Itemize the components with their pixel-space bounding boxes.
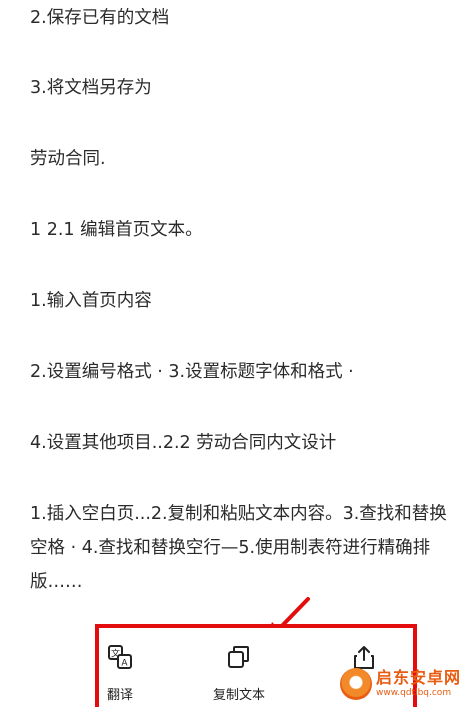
copy-text-button[interactable]: 复制文本 [213,644,265,703]
paragraph: 1.输入首页内容 [30,291,152,311]
watermark-logo-icon [340,668,372,700]
paragraph: 2.保存已有的文档 [30,8,170,28]
paragraph: 1 2.1 编辑首页文本。 [30,220,203,240]
paragraph: 2.设置编号格式 · 3.设置标题字体和格式 · [30,362,354,382]
watermark-url: www.qdtlbq.com [376,688,452,698]
svg-text:A: A [121,659,128,669]
copy-text-label: 复制文本 [213,688,266,703]
paragraph: 1.插入空白页...2.复制和粘贴文本内容。3.查找和替换空格 · 4.查找和替… [30,504,447,592]
translate-label: 翻译 [107,688,134,703]
paragraph: 4.设置其他项目..2.2 劳动合同内文设计 [30,433,337,453]
watermark: 启东安卓网 www.qdtlbq.com [340,664,468,704]
paragraph: 3.将文档另存为 [30,78,152,98]
watermark-name: 启东安卓网 [376,668,462,687]
copy-icon [228,646,249,668]
translate-icon: 文 A [108,645,132,669]
paragraph: 劳动合同. [30,149,106,169]
translate-button[interactable]: 文 A 翻译 [107,644,133,703]
